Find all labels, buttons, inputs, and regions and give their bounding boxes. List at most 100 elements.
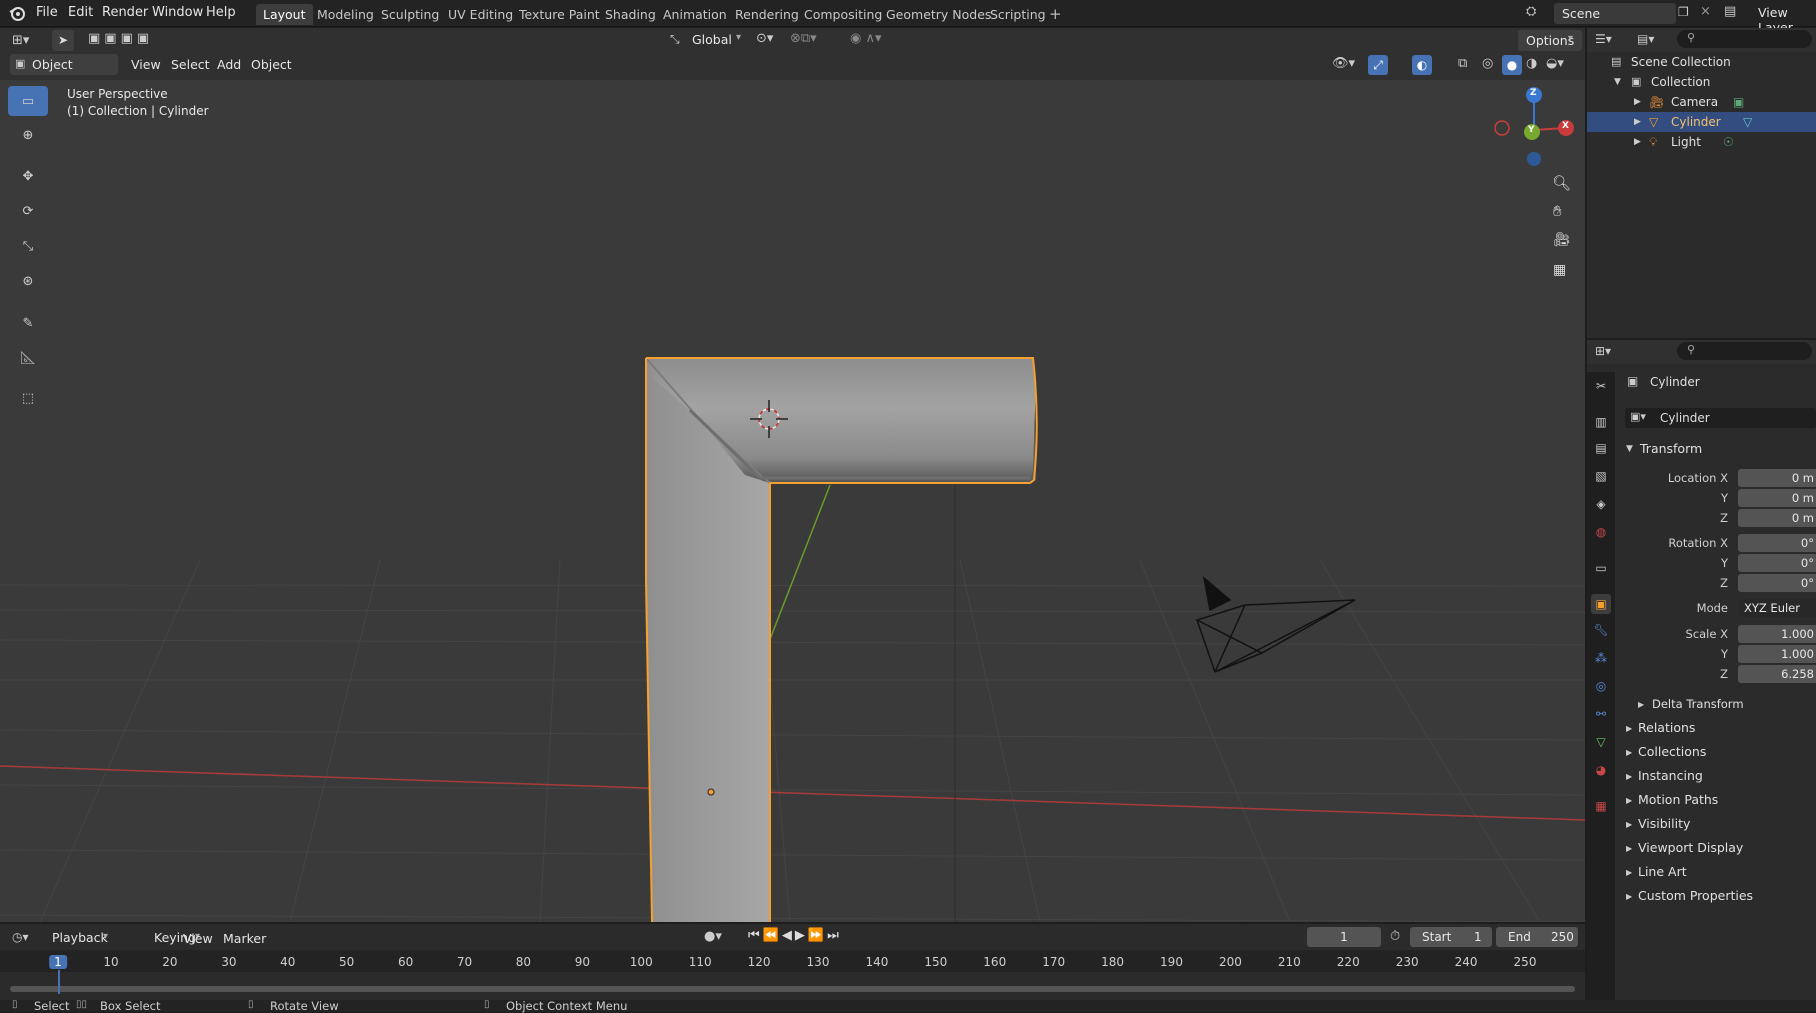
tab-rendering[interactable]: Rendering xyxy=(728,4,806,25)
render-tab-icon[interactable]: ▥ xyxy=(1591,412,1611,432)
visibility-panel[interactable]: Visibility xyxy=(1638,816,1690,831)
properties-editor-icon[interactable]: ⊞▾ xyxy=(1595,344,1611,358)
rotation-y-field[interactable]: 0° xyxy=(1738,554,1816,572)
new-scene-icon[interactable]: ❐ xyxy=(1678,5,1689,19)
cursor-icon[interactable]: ⊕ xyxy=(8,120,48,150)
gizmo-y-label[interactable]: Y xyxy=(1528,125,1535,135)
zoom-icon[interactable]: 🔍︎ xyxy=(1552,174,1571,192)
location-z-field[interactable]: 0 m xyxy=(1738,509,1816,527)
gizmo-toggle-icon[interactable]: ⤢ xyxy=(1368,55,1388,75)
expand-arrow-icon[interactable]: ▶ xyxy=(1634,92,1641,112)
tab-animation[interactable]: Animation xyxy=(656,4,734,25)
expand-arrow-icon[interactable]: ▼ xyxy=(1626,444,1633,454)
shading-rendered-icon[interactable]: ◒▾ xyxy=(1546,56,1564,71)
rotation-x-field[interactable]: 0° xyxy=(1738,534,1816,552)
properties-search-input[interactable] xyxy=(1677,342,1812,360)
pivot-icon[interactable]: ⊙▾ xyxy=(756,31,773,46)
shading-wireframe-icon[interactable]: ◎ xyxy=(1482,56,1493,71)
outliner-collection[interactable]: ▼ ▣ Collection xyxy=(1587,72,1816,92)
tab-layout[interactable]: Layout xyxy=(256,4,313,25)
proportional-edit-icon[interactable]: ◉ ∧▾ xyxy=(850,31,882,46)
display-mode-icon[interactable]: ▤▾ xyxy=(1637,32,1654,46)
tab-shading[interactable]: Shading xyxy=(598,4,663,25)
rotation-mode-dropdown[interactable]: XYZ Euler xyxy=(1738,599,1816,617)
expand-arrow-icon[interactable]: ▶ xyxy=(1626,820,1632,829)
outliner-scene-collection[interactable]: ▤ Scene Collection xyxy=(1587,52,1816,72)
expand-arrow-icon[interactable]: ▶ xyxy=(1626,724,1632,733)
custom-properties-panel[interactable]: Custom Properties xyxy=(1638,888,1753,903)
current-frame-field[interactable]: 1 xyxy=(1307,927,1381,947)
camera-data-icon[interactable]: ▣ xyxy=(1733,92,1744,112)
collections-panel[interactable]: Collections xyxy=(1638,744,1706,759)
scale-z-field[interactable]: 6.258 xyxy=(1738,665,1816,683)
delta-transform-panel[interactable]: Delta Transform xyxy=(1652,697,1744,711)
move-icon[interactable]: ✥ xyxy=(8,161,48,191)
select-box-icon[interactable]: ▭ xyxy=(8,86,48,116)
playhead-frame-indicator[interactable]: 1 xyxy=(49,955,67,969)
select-mode-icons[interactable]: ▣▣▣▣ xyxy=(88,31,153,46)
add-workspace-icon[interactable]: + xyxy=(1049,5,1062,23)
delete-scene-icon[interactable]: × xyxy=(1700,4,1711,19)
tab-compositing[interactable]: Compositing xyxy=(797,4,889,25)
light-data-icon[interactable]: ☉ xyxy=(1723,132,1734,152)
instancing-panel[interactable]: Instancing xyxy=(1638,768,1703,783)
timeline-view-menu[interactable]: View xyxy=(183,931,213,946)
shading-solid-icon[interactable]: ● xyxy=(1502,55,1522,75)
expand-arrow-icon[interactable]: ▶ xyxy=(1626,868,1632,877)
rotation-z-field[interactable]: 0° xyxy=(1738,574,1816,592)
record-icon[interactable]: ●▾ xyxy=(704,929,722,944)
scene-name-field[interactable]: Scene xyxy=(1554,3,1676,24)
outliner-item-camera[interactable]: ▶ 🎥︎ Camera ▣ xyxy=(1587,92,1816,112)
mesh-data-icon[interactable]: ▽ xyxy=(1743,112,1752,132)
tab-modeling[interactable]: Modeling xyxy=(310,4,381,25)
tab-scripting[interactable]: Scripting xyxy=(983,4,1053,25)
motion-paths-panel[interactable]: Motion Paths xyxy=(1638,792,1718,807)
world-tab-icon[interactable]: ◍ xyxy=(1591,522,1611,542)
expand-arrow-icon[interactable]: ▶ xyxy=(1626,748,1632,757)
texture-tab-icon[interactable]: ▦ xyxy=(1591,796,1611,816)
timeline-editor-icon[interactable]: ◷▾ xyxy=(12,930,29,944)
select-tool-icon[interactable]: ➤ xyxy=(52,30,74,51)
menu-render[interactable]: Render xyxy=(102,5,148,20)
physics-tab-icon[interactable]: ◎ xyxy=(1591,676,1611,696)
annotate-icon[interactable]: ✎ xyxy=(8,308,48,338)
object-datablock-field[interactable] xyxy=(1625,408,1816,428)
view-layer-tab-icon[interactable]: ▧ xyxy=(1591,466,1611,486)
menu-add[interactable]: Add xyxy=(217,57,241,72)
expand-arrow-icon[interactable]: ▶ xyxy=(1634,112,1641,132)
gizmo-x-label[interactable]: X xyxy=(1562,121,1569,131)
object-tab-icon[interactable]: ▣ xyxy=(1591,594,1611,614)
collection-tab-icon[interactable]: ▭ xyxy=(1591,558,1611,578)
rotate-icon[interactable]: ⟳ xyxy=(8,196,48,226)
menu-file[interactable]: File xyxy=(36,5,58,20)
line-art-panel[interactable]: Line Art xyxy=(1638,864,1687,879)
location-x-field[interactable]: 0 m xyxy=(1738,469,1816,487)
tab-sculpting[interactable]: Sculpting xyxy=(374,4,446,25)
add-cube-icon[interactable]: ⬚ xyxy=(8,383,48,413)
menu-window[interactable]: Window xyxy=(152,5,203,20)
overlay-toggle-icon[interactable]: ◐ xyxy=(1412,55,1432,75)
scale-icon[interactable]: ⤡ xyxy=(8,231,48,261)
view-layer-icon[interactable]: ▤ xyxy=(1724,4,1736,19)
tab-uv-editing[interactable]: UV Editing xyxy=(441,4,520,25)
object-datablock-name[interactable]: Cylinder xyxy=(1660,411,1710,425)
data-tab-icon[interactable]: ▽ xyxy=(1591,732,1611,752)
stopwatch-icon[interactable]: ⏱ xyxy=(1390,929,1400,944)
playback-controls[interactable]: ⏮⏪◀▶⏩⏭ xyxy=(748,928,842,943)
camera-view-icon[interactable]: 🎥︎ xyxy=(1553,232,1571,248)
relations-panel[interactable]: Relations xyxy=(1638,720,1695,735)
pan-hand-icon[interactable]: ✋︎ xyxy=(1553,202,1562,220)
transform-panel-header[interactable]: Transform xyxy=(1640,441,1702,456)
xray-icon[interactable]: ⧉ xyxy=(1458,56,1467,71)
ortho-grid-icon[interactable]: ▦ xyxy=(1553,262,1566,278)
shading-material-icon[interactable]: ◑ xyxy=(1526,56,1537,71)
menu-edit[interactable]: Edit xyxy=(68,5,93,20)
expand-arrow-icon[interactable]: ▶ xyxy=(1638,700,1644,709)
modifier-tab-icon[interactable]: 🔧︎ xyxy=(1591,620,1611,640)
expand-arrow-icon[interactable]: ▼ xyxy=(1614,72,1621,92)
outliner-search-input[interactable] xyxy=(1677,30,1812,48)
scene-tab-icon[interactable]: ◈ xyxy=(1591,494,1611,514)
editor-type-icon[interactable]: ⊞▾ xyxy=(12,33,29,48)
scale-y-field[interactable]: 1.000 xyxy=(1738,645,1816,663)
expand-arrow-icon[interactable]: ▶ xyxy=(1626,892,1632,901)
